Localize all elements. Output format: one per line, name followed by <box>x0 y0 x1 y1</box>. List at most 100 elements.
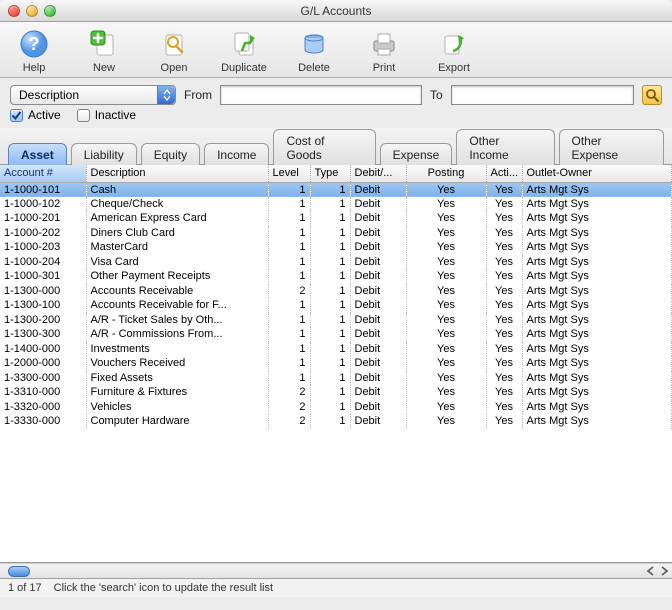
table-row[interactable]: 1-1300-000Accounts Receivable21DebitYesY… <box>0 284 672 299</box>
cell-active: Yes <box>486 240 522 255</box>
cell-level: 1 <box>268 342 310 357</box>
table-row[interactable]: 1-1000-202Diners Club Card11DebitYesYesA… <box>0 226 672 241</box>
delete-button[interactable]: Delete <box>290 28 338 74</box>
cell-debit: Debit <box>350 197 406 212</box>
table-row[interactable]: 1-1400-000Investments11DebitYesYesArts M… <box>0 342 672 357</box>
cell-debit: Debit <box>350 269 406 284</box>
cell-description: MasterCard <box>86 240 268 255</box>
cell-description: American Express Card <box>86 211 268 226</box>
to-label: To <box>430 88 443 102</box>
cell-outlet: Arts Mgt Sys <box>522 400 672 415</box>
cell-posting: Yes <box>406 313 486 328</box>
cell-active: Yes <box>486 385 522 400</box>
search-button[interactable] <box>642 85 662 105</box>
cell-level: 1 <box>268 226 310 241</box>
header-row[interactable]: Account # Description Level Type Debit/.… <box>0 165 672 182</box>
tab-other-income[interactable]: Other Income <box>456 129 554 165</box>
print-button[interactable]: Print <box>360 28 408 74</box>
cell-type: 1 <box>310 284 350 299</box>
col-description[interactable]: Description <box>86 165 268 182</box>
cell-posting: Yes <box>406 385 486 400</box>
inactive-label: Inactive <box>95 108 136 122</box>
col-account[interactable]: Account # <box>0 165 86 182</box>
table-row[interactable]: 1-1000-101Cash11DebitYesYesArts Mgt Sys <box>0 182 672 197</box>
table-row[interactable]: 1-1000-203MasterCard11DebitYesYesArts Mg… <box>0 240 672 255</box>
toolbar-label: New <box>93 62 115 74</box>
from-input[interactable] <box>220 85 422 105</box>
cell-level: 2 <box>268 414 310 429</box>
cell-account: 1-1000-102 <box>0 197 86 212</box>
cell-debit: Debit <box>350 211 406 226</box>
col-active[interactable]: Acti... <box>486 165 522 182</box>
tab-equity[interactable]: Equity <box>141 143 200 165</box>
cell-account: 1-1000-204 <box>0 255 86 270</box>
field-selector[interactable]: Description <box>10 85 176 105</box>
new-button[interactable]: New <box>80 28 128 74</box>
col-debit[interactable]: Debit/... <box>350 165 406 182</box>
export-icon <box>438 28 470 60</box>
cell-posting: Yes <box>406 400 486 415</box>
cell-posting: Yes <box>406 211 486 226</box>
cell-account: 1-3300-000 <box>0 371 86 386</box>
active-checkbox[interactable]: Active <box>10 108 61 122</box>
table-row[interactable]: 1-3320-000Vehicles21DebitYesYesArts Mgt … <box>0 400 672 415</box>
cell-active: Yes <box>486 313 522 328</box>
col-type[interactable]: Type <box>310 165 350 182</box>
tab-other-expense[interactable]: Other Expense <box>559 129 664 165</box>
cell-outlet: Arts Mgt Sys <box>522 327 672 342</box>
cell-type: 1 <box>310 356 350 371</box>
cell-active: Yes <box>486 414 522 429</box>
open-button[interactable]: Open <box>150 28 198 74</box>
tab-asset[interactable]: Asset <box>8 143 67 165</box>
toolbar-label: Export <box>438 62 470 74</box>
table-row[interactable]: 1-1000-301Other Payment Receipts11DebitY… <box>0 269 672 284</box>
table-row[interactable]: 1-1300-200A/R - Ticket Sales by Oth...11… <box>0 313 672 328</box>
cell-description: Cheque/Check <box>86 197 268 212</box>
cell-type: 1 <box>310 342 350 357</box>
scroll-thumb[interactable] <box>8 566 30 577</box>
results-grid[interactable]: Account # Description Level Type Debit/.… <box>0 165 672 563</box>
cell-posting: Yes <box>406 197 486 212</box>
col-outlet[interactable]: Outlet-Owner <box>522 165 672 182</box>
col-level[interactable]: Level <box>268 165 310 182</box>
horizontal-scrollbar[interactable] <box>0 563 672 579</box>
table-row[interactable]: 1-3330-000Computer Hardware21DebitYesYes… <box>0 414 672 429</box>
from-label: From <box>184 88 212 102</box>
table-row[interactable]: 1-1000-102Cheque/Check11DebitYesYesArts … <box>0 197 672 212</box>
tab-expense[interactable]: Expense <box>380 143 453 165</box>
cell-active: Yes <box>486 342 522 357</box>
cell-active: Yes <box>486 371 522 386</box>
cell-debit: Debit <box>350 255 406 270</box>
cell-active: Yes <box>486 269 522 284</box>
table-row[interactable]: 1-2000-000Vouchers Received11DebitYesYes… <box>0 356 672 371</box>
cell-posting: Yes <box>406 226 486 241</box>
tab-liability[interactable]: Liability <box>71 143 137 165</box>
cell-level: 2 <box>268 284 310 299</box>
cell-posting: Yes <box>406 356 486 371</box>
select-arrows-icon <box>157 86 175 104</box>
cell-type: 1 <box>310 400 350 415</box>
table-row[interactable]: 1-1000-201American Express Card11DebitYe… <box>0 211 672 226</box>
cell-level: 1 <box>268 211 310 226</box>
duplicate-button[interactable]: Duplicate <box>220 28 268 74</box>
table-row[interactable]: 1-1000-204Visa Card11DebitYesYesArts Mgt… <box>0 255 672 270</box>
help-button[interactable]: ? Help <box>10 28 58 74</box>
scroll-left-icon[interactable] <box>646 566 656 576</box>
inactive-checkbox[interactable]: Inactive <box>77 108 136 122</box>
table-row[interactable]: 1-1300-100Accounts Receivable for F...11… <box>0 298 672 313</box>
cell-type: 1 <box>310 385 350 400</box>
to-input[interactable] <box>451 85 634 105</box>
cell-description: Visa Card <box>86 255 268 270</box>
scroll-right-icon[interactable] <box>659 566 669 576</box>
export-button[interactable]: Export <box>430 28 478 74</box>
cell-account: 1-3330-000 <box>0 414 86 429</box>
open-icon <box>158 28 190 60</box>
table-row[interactable]: 1-3310-000Furniture & Fixtures21DebitYes… <box>0 385 672 400</box>
col-posting[interactable]: Posting <box>406 165 486 182</box>
tab-cost-of-goods[interactable]: Cost of Goods <box>273 129 375 165</box>
table-row[interactable]: 1-3300-000Fixed Assets11DebitYesYesArts … <box>0 371 672 386</box>
cell-outlet: Arts Mgt Sys <box>522 240 672 255</box>
cell-outlet: Arts Mgt Sys <box>522 269 672 284</box>
table-row[interactable]: 1-1300-300A/R - Commissions From...11Deb… <box>0 327 672 342</box>
tab-income[interactable]: Income <box>204 143 269 165</box>
